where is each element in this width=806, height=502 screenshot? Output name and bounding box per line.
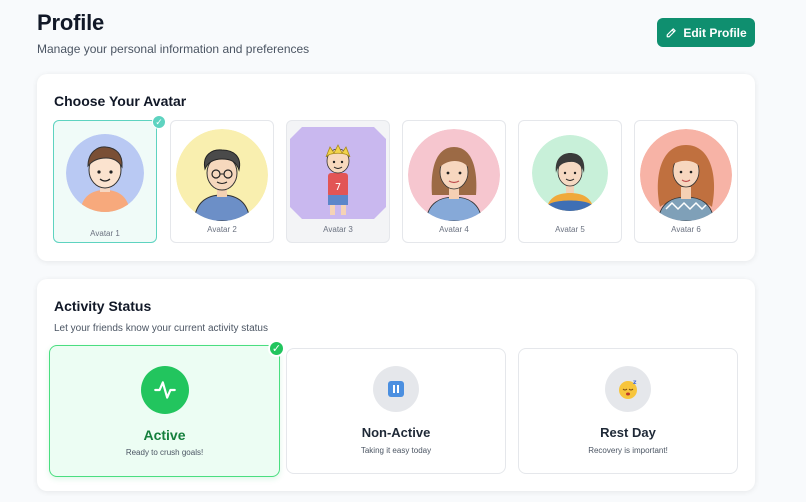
- avatar-1-image: [66, 134, 144, 212]
- activity-pulse-icon: [140, 366, 189, 414]
- status-label: Non-Active: [361, 425, 431, 440]
- status-option-active[interactable]: Active Ready to crush goals! ✓: [49, 340, 285, 477]
- pencil-icon: [666, 27, 677, 37]
- page-title: Profile: [37, 10, 105, 35]
- avatar-option-1[interactable]: Avatar 1 ✓: [53, 115, 166, 243]
- avatar-option-6[interactable]: Avatar 6: [634, 120, 738, 243]
- avatar-option-4[interactable]: Avatar 4: [402, 120, 506, 243]
- edit-profile-label: Edit Profile: [683, 25, 747, 40]
- avatar-option-3[interactable]: 7 Avatar 3: [286, 120, 390, 243]
- status-option-non-active[interactable]: Non-Active Taking it easy today: [286, 348, 506, 474]
- avatar-label: Avatar 6: [671, 225, 701, 234]
- status-subtitle: Ready to crush goals!: [125, 448, 204, 457]
- status-subtitle: Taking it easy today: [360, 446, 432, 455]
- avatar-label: Avatar 4: [439, 225, 469, 234]
- sleeping-face-icon: z: [605, 366, 651, 412]
- activity-section-description: Let your friends know your current activ…: [54, 323, 268, 334]
- page-header: Profile Manage your personal information…: [37, 10, 309, 56]
- avatar-section-title: Choose Your Avatar: [54, 93, 187, 109]
- avatar-label: Avatar 1: [90, 229, 120, 238]
- svg-text:7: 7: [335, 182, 341, 193]
- activity-status-section: Activity Status Let your friends know yo…: [37, 279, 755, 491]
- avatar-2-image: [176, 129, 268, 221]
- status-label: Active: [143, 427, 186, 443]
- avatar-4-image: [408, 129, 500, 221]
- page-subtitle: Manage your personal information and pre…: [37, 42, 310, 56]
- avatar-option-2[interactable]: Avatar 2: [170, 120, 274, 243]
- avatar-3-image: 7: [290, 127, 386, 219]
- avatar-label: Avatar 3: [323, 225, 353, 234]
- status-option-rest-day[interactable]: z Rest Day Recovery is important!: [518, 348, 738, 474]
- avatar-6-image: [640, 129, 732, 221]
- status-subtitle: Recovery is important!: [588, 446, 668, 455]
- status-label: Rest Day: [600, 425, 656, 440]
- avatar-label: Avatar 2: [207, 225, 237, 234]
- edit-profile-button[interactable]: Edit Profile: [657, 18, 755, 47]
- avatar-5-image: [532, 135, 608, 211]
- avatar-option-5[interactable]: Avatar 5: [518, 120, 622, 243]
- selected-check-icon: ✓: [152, 115, 166, 129]
- selected-check-icon: ✓: [268, 340, 285, 357]
- avatar-section: Choose Your Avatar Avatar 1 ✓ Avatar 2 7…: [37, 74, 755, 261]
- activity-section-title: Activity Status: [54, 298, 152, 314]
- pause-icon: [373, 366, 419, 412]
- avatar-label: Avatar 5: [555, 225, 585, 234]
- svg-text:z: z: [633, 379, 637, 386]
